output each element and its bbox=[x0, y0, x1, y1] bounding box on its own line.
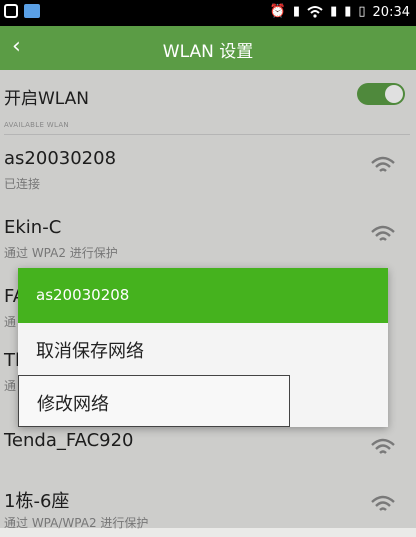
option-label: 取消保存网络 bbox=[36, 341, 144, 362]
signal-1-icon: ▮ bbox=[330, 4, 338, 19]
option-label: 修改网络 bbox=[37, 394, 109, 415]
notification-icon bbox=[4, 4, 18, 18]
alarm-icon: ⏰ bbox=[269, 4, 286, 19]
photo-notification-icon bbox=[24, 4, 40, 18]
forget-network-option[interactable]: 取消保存网络 bbox=[18, 323, 388, 375]
status-bar: ⏰ ▮ ▮ ▮ ▯ 20:34 bbox=[0, 0, 416, 26]
app-bar: ‹ WLAN 设置 bbox=[0, 26, 416, 70]
dialog-header: as20030208 bbox=[18, 268, 388, 323]
clock: 20:34 bbox=[372, 4, 410, 20]
sim-icon: ▮ bbox=[292, 4, 301, 19]
modify-network-option[interactable]: 修改网络 bbox=[18, 375, 290, 427]
dialog-title: as20030208 bbox=[36, 286, 130, 304]
battery-icon: ▯ bbox=[358, 4, 366, 19]
wifi-status-icon bbox=[307, 6, 323, 18]
page-title: WLAN 设置 bbox=[162, 42, 254, 62]
network-options-dialog: as20030208 取消保存网络 修改网络 bbox=[18, 268, 388, 427]
signal-2-icon: ▮ bbox=[344, 4, 352, 19]
